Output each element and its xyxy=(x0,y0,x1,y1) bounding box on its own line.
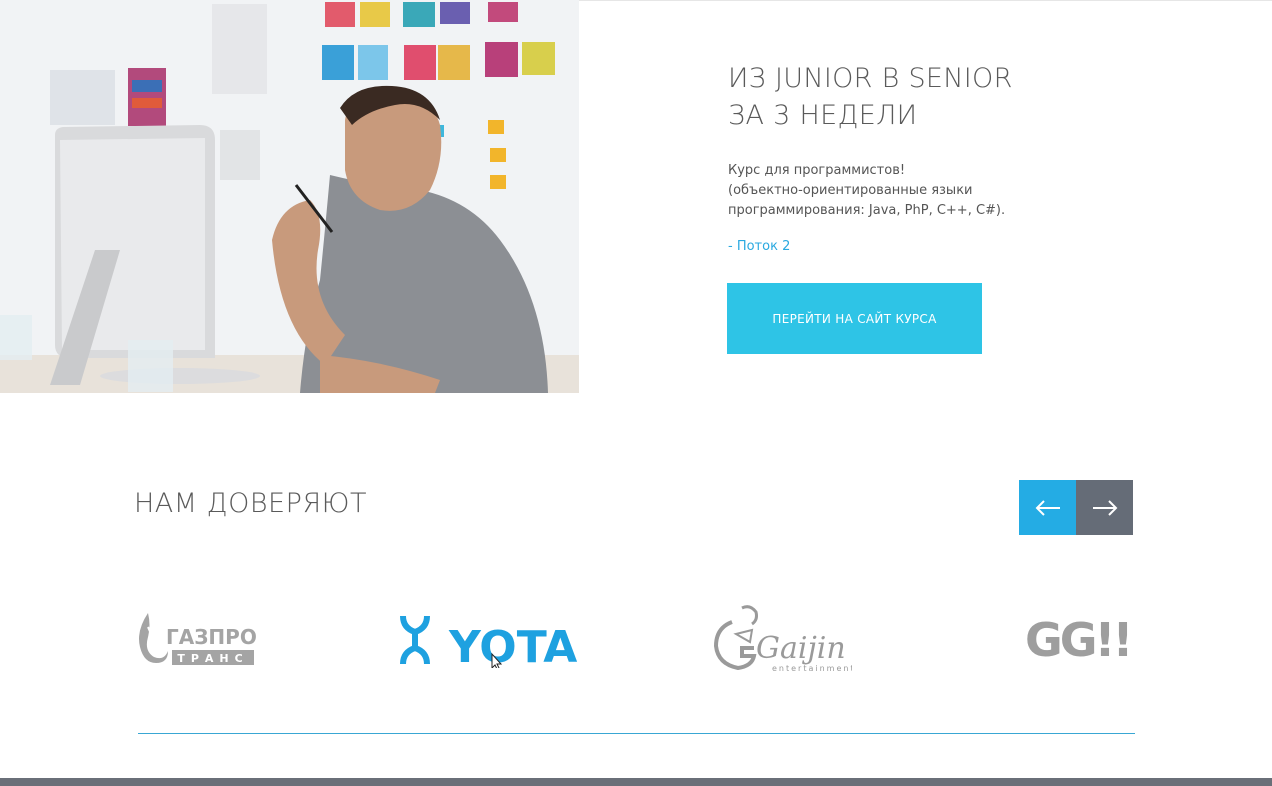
gaijin-sub-text: entertainment xyxy=(772,664,852,673)
footer-bar xyxy=(0,778,1272,786)
partner-logo-gaijin[interactable]: Gaijin entertainment xyxy=(712,600,852,675)
hero-photo xyxy=(0,0,579,393)
promo-title-line-2: ЗА 3 НЕДЕЛИ xyxy=(728,100,918,131)
stream-link[interactable]: - Поток 2 xyxy=(728,239,1188,254)
partner-logo-yota[interactable]: YOTA xyxy=(399,600,579,675)
section-divider xyxy=(138,733,1135,734)
gg-text: GG!! xyxy=(1025,613,1130,667)
promo-desc-line-2: (объектно-ориентированные языки xyxy=(728,183,973,198)
promo-desc-line-1: Курс для программистов! xyxy=(728,163,906,178)
gazprom-top-text: ГАЗПРОМ xyxy=(166,625,256,649)
promo-desc-line-3: программирования: Java, PhP, C++, C#). xyxy=(728,203,1006,218)
gazprom-bottom-text: ТРАНС xyxy=(177,652,248,665)
go-to-course-button[interactable]: ПЕРЕЙТИ НА САЙТ КУРСА xyxy=(727,283,982,354)
gaijin-text: Gaijin xyxy=(756,631,846,666)
partner-logo-gg[interactable]: GG!! xyxy=(1025,600,1137,675)
top-rule xyxy=(579,0,1272,1)
arrow-left-icon xyxy=(1035,499,1060,516)
course-promo: ИЗ JUNIOR В SENIOR ЗА 3 НЕДЕЛИ Курс для … xyxy=(727,60,1188,354)
partner-logo-gazprom[interactable]: ГАЗПРОМ ТРАНС xyxy=(134,600,256,675)
promo-title-line-1: ИЗ JUNIOR В SENIOR xyxy=(728,63,1013,94)
carousel-prev-button[interactable] xyxy=(1019,480,1076,535)
partners-title: НАМ ДОВЕРЯЮТ xyxy=(134,488,367,519)
yota-text: YOTA xyxy=(448,622,577,668)
promo-title: ИЗ JUNIOR В SENIOR ЗА 3 НЕДЕЛИ xyxy=(728,60,1188,134)
carousel-next-button[interactable] xyxy=(1076,480,1133,535)
carousel-controls xyxy=(1019,480,1133,535)
promo-description: Курс для программистов! (объектно-ориент… xyxy=(728,161,1188,221)
partner-logos: ГАЗПРОМ ТРАНС YOTA Gaijin entertainment … xyxy=(134,600,1134,675)
arrow-right-icon xyxy=(1092,499,1117,516)
